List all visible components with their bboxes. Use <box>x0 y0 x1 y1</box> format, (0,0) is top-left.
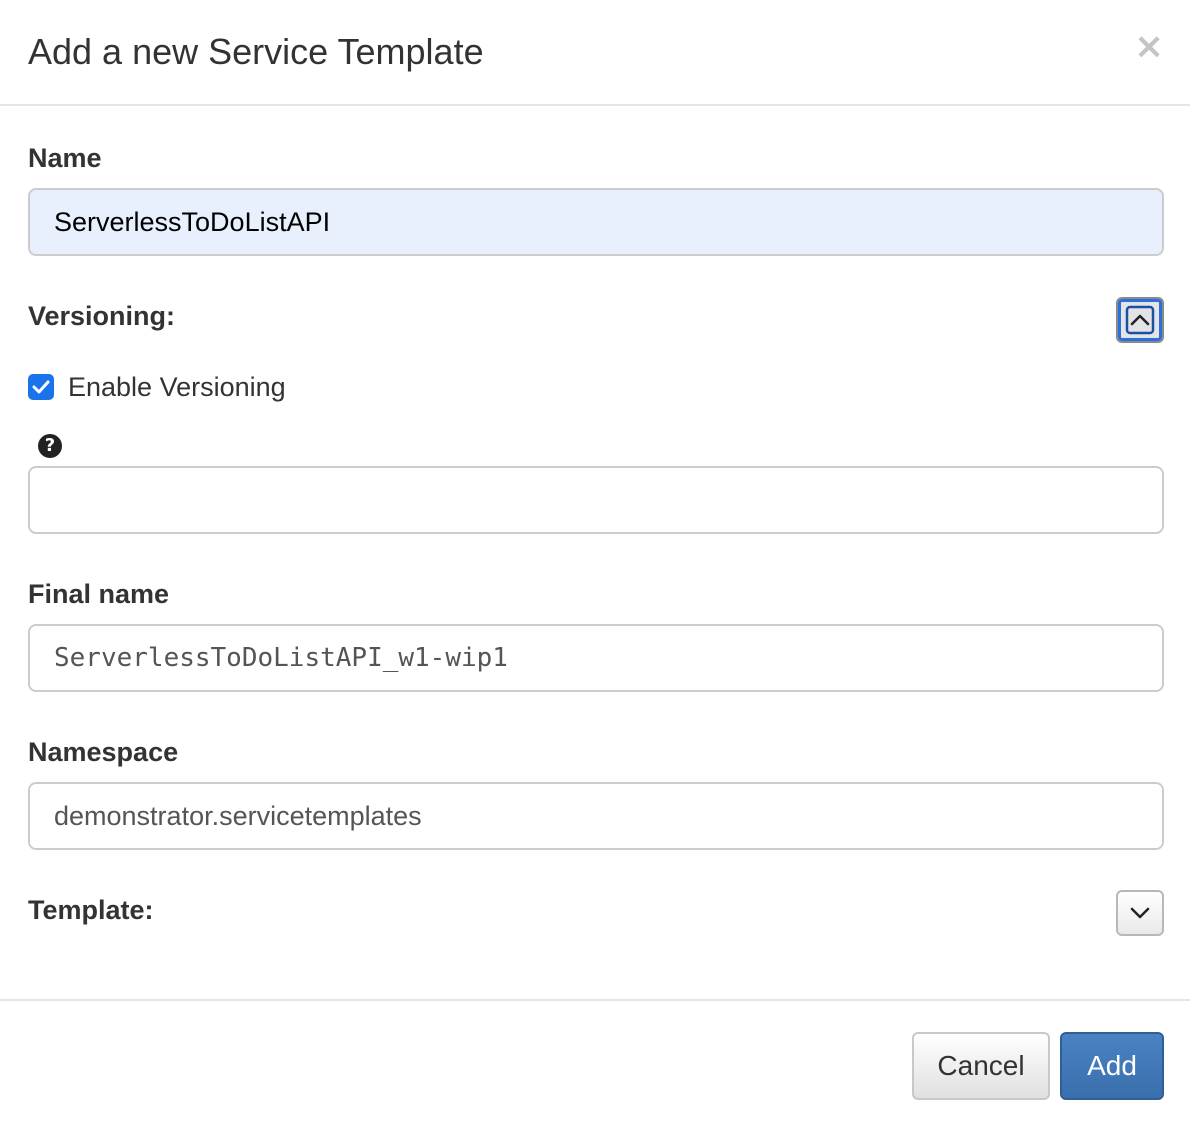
version-input[interactable] <box>28 466 1164 534</box>
question-circle-icon[interactable]: ? <box>38 434 62 458</box>
final-name-label: Final name <box>28 579 170 609</box>
add-service-template-dialog: Add a new Service Template × Name Versio… <box>0 0 1190 1124</box>
dialog-title: Add a new Service Template <box>28 31 484 72</box>
namespace-input[interactable] <box>28 782 1164 850</box>
enable-versioning-checkbox[interactable] <box>28 374 54 400</box>
add-button[interactable]: Add <box>1060 1032 1164 1100</box>
dialog-header: Add a new Service Template × <box>0 0 1190 106</box>
chevron-down-icon <box>1130 907 1150 919</box>
template-toggle-button[interactable] <box>1116 890 1164 936</box>
name-label: Name <box>28 143 102 173</box>
close-button[interactable]: × <box>1134 26 1165 67</box>
final-name-field: ServerlessToDoListAPI_w1-wip1 <box>28 624 1164 692</box>
versioning-toggle-button[interactable] <box>1116 297 1164 343</box>
chevron-up-icon <box>1125 305 1155 335</box>
enable-versioning-label: Enable Versioning <box>68 372 286 402</box>
close-icon: × <box>1134 26 1165 67</box>
versioning-label: Versioning: <box>28 301 176 331</box>
checkmark-icon <box>32 380 50 394</box>
cancel-button[interactable]: Cancel <box>912 1032 1050 1100</box>
template-label: Template: <box>28 895 154 925</box>
namespace-label: Namespace <box>28 737 179 767</box>
name-input[interactable] <box>28 188 1164 256</box>
